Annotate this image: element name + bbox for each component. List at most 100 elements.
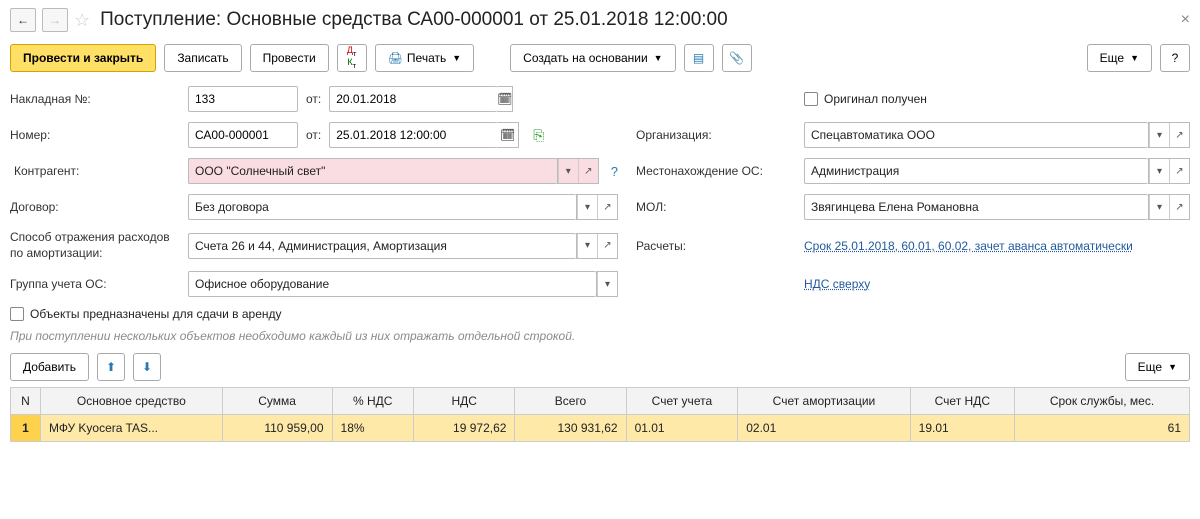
contract-label: Договор: <box>10 200 170 214</box>
original-received-label: Оригинал получен <box>824 92 927 106</box>
dropdown-arrow-icon[interactable]: ▾ <box>1149 123 1169 147</box>
chevron-down-icon: ▼ <box>1168 362 1177 372</box>
paperclip-icon: 📎 <box>729 51 744 65</box>
open-icon[interactable]: ↗ <box>578 159 598 183</box>
col-depr-account[interactable]: Счет амортизации <box>738 388 910 415</box>
invoice-number-label: Накладная №: <box>10 92 170 106</box>
organization-select[interactable]: Спецавтоматика ООО <box>804 122 1148 148</box>
dropdown-arrow-icon[interactable]: ▾ <box>577 195 597 219</box>
dtkt-icon: ДтКт <box>347 46 357 70</box>
table-header-row: N Основное средство Сумма % НДС НДС Всег… <box>11 388 1190 415</box>
col-total[interactable]: Всего <box>515 388 626 415</box>
dropdown-arrow-icon[interactable]: ▾ <box>558 159 578 183</box>
open-icon[interactable]: ↗ <box>1169 123 1189 147</box>
method-select[interactable]: Счета 26 и 44, Администрация, Амортизаци… <box>188 233 576 259</box>
counterparty-select[interactable]: ООО "Солнечный свет" <box>188 158 557 184</box>
col-amount[interactable]: Сумма <box>222 388 332 415</box>
dtkt-button[interactable]: ДтКт <box>337 44 367 72</box>
open-icon[interactable]: ↗ <box>1169 195 1189 219</box>
page-title: Поступление: Основные средства СА00-0000… <box>100 9 728 31</box>
printer-icon: 🖨 <box>388 51 403 65</box>
help-icon[interactable]: ? <box>611 164 618 179</box>
cell-n[interactable]: 1 <box>11 415 41 442</box>
report-button[interactable]: ▤ <box>684 44 714 72</box>
add-row-button[interactable]: Добавить <box>10 353 89 381</box>
invoice-number-input[interactable] <box>188 86 298 112</box>
cell-asset[interactable]: МФУ Kyocera TAS... <box>41 415 223 442</box>
post-button[interactable]: Провести <box>250 44 329 72</box>
cell-total[interactable]: 130 931,62 <box>515 415 626 442</box>
move-up-button[interactable]: ⬆ <box>97 353 125 381</box>
col-vat[interactable]: НДС <box>413 388 515 415</box>
create-based-label: Создать на основании <box>523 51 648 65</box>
favorite-star-icon[interactable]: ☆ <box>74 10 90 31</box>
open-icon[interactable]: ↗ <box>597 195 617 219</box>
cell-amount[interactable]: 110 959,00 <box>222 415 332 442</box>
more-button[interactable]: Еще ▼ <box>1087 44 1152 72</box>
number-from-label: от: <box>306 128 321 142</box>
table-more-button[interactable]: Еще ▼ <box>1125 353 1190 381</box>
invoice-date-input[interactable] <box>329 86 497 112</box>
location-value: Администрация <box>811 164 899 178</box>
contract-select[interactable]: Без договора <box>188 194 576 220</box>
attach-button[interactable]: 📎 <box>722 44 752 72</box>
counterparty-label: Контрагент: <box>10 159 170 183</box>
assets-table: N Основное средство Сумма % НДС НДС Всег… <box>10 387 1190 442</box>
cell-vat[interactable]: 19 972,62 <box>413 415 515 442</box>
organization-label: Организация: <box>636 128 786 142</box>
method-label: Способ отражения расходов по амортизации… <box>10 230 170 261</box>
col-n[interactable]: N <box>11 388 41 415</box>
dropdown-arrow-icon[interactable]: ▾ <box>1149 159 1169 183</box>
dropdown-arrow-icon[interactable]: ▾ <box>1149 195 1169 219</box>
cell-depr-account[interactable]: 02.01 <box>738 415 910 442</box>
cell-vat-account[interactable]: 19.01 <box>910 415 1014 442</box>
cell-lifetime[interactable]: 61 <box>1015 415 1190 442</box>
calculations-label: Расчеты: <box>636 239 786 253</box>
location-select[interactable]: Администрация <box>804 158 1148 184</box>
close-icon[interactable]: × <box>1181 11 1190 29</box>
nav-forward-button[interactable]: → <box>42 8 68 32</box>
create-based-button[interactable]: Создать на основании ▼ <box>510 44 675 72</box>
mol-select[interactable]: Звягинцева Елена Романовна <box>804 194 1148 220</box>
col-vat-account[interactable]: Счет НДС <box>910 388 1014 415</box>
save-button[interactable]: Записать <box>164 44 241 72</box>
rent-checkbox[interactable] <box>10 307 24 321</box>
number-label: Номер: <box>10 128 170 142</box>
cell-vat-pct[interactable]: 18% <box>332 415 413 442</box>
calculations-link[interactable]: Срок 25.01.2018, 60.01, 60.02, зачет ава… <box>804 239 1133 253</box>
open-icon[interactable]: ↗ <box>1169 159 1189 183</box>
col-account[interactable]: Счет учета <box>626 388 738 415</box>
contract-value: Без договора <box>195 200 269 214</box>
counterparty-value: ООО "Солнечный свет" <box>195 164 325 178</box>
col-lifetime[interactable]: Срок службы, мес. <box>1015 388 1190 415</box>
table-row[interactable]: 1 МФУ Kyocera TAS... 110 959,00 18% 19 9… <box>11 415 1190 442</box>
check-icon[interactable]: ⎘ <box>533 127 544 144</box>
open-icon[interactable]: ↗ <box>597 234 617 258</box>
group-label: Группа учета ОС: <box>10 277 170 291</box>
number-input[interactable] <box>188 122 298 148</box>
nav-back-button[interactable]: ← <box>10 8 36 32</box>
info-note: При поступлении нескольких объектов необ… <box>10 329 1190 343</box>
number-date-input[interactable] <box>329 122 497 148</box>
print-button[interactable]: 🖨 Печать ▼ <box>375 44 474 72</box>
group-select[interactable]: Офисное оборудование <box>188 271 596 297</box>
calendar-icon[interactable]: 🗓 <box>497 122 519 148</box>
col-vat-pct[interactable]: % НДС <box>332 388 413 415</box>
more-label: Еще <box>1100 51 1124 65</box>
mol-value: Звягинцева Елена Романовна <box>811 200 979 214</box>
move-down-button[interactable]: ⬇ <box>133 353 161 381</box>
original-received-checkbox[interactable] <box>804 92 818 106</box>
calendar-icon[interactable]: 🗓 <box>497 86 513 112</box>
organization-value: Спецавтоматика ООО <box>811 128 935 142</box>
help-button[interactable]: ? <box>1160 44 1190 72</box>
dropdown-arrow-icon[interactable]: ▾ <box>597 272 617 296</box>
col-asset[interactable]: Основное средство <box>41 388 223 415</box>
document-icon: ▤ <box>693 51 704 65</box>
group-value: Офисное оборудование <box>195 277 329 291</box>
vat-mode-link[interactable]: НДС сверху <box>804 277 870 291</box>
chevron-down-icon: ▼ <box>452 53 461 63</box>
cell-account[interactable]: 01.01 <box>626 415 738 442</box>
invoice-from-label: от: <box>306 92 321 106</box>
dropdown-arrow-icon[interactable]: ▾ <box>577 234 597 258</box>
post-and-close-button[interactable]: Провести и закрыть <box>10 44 156 72</box>
